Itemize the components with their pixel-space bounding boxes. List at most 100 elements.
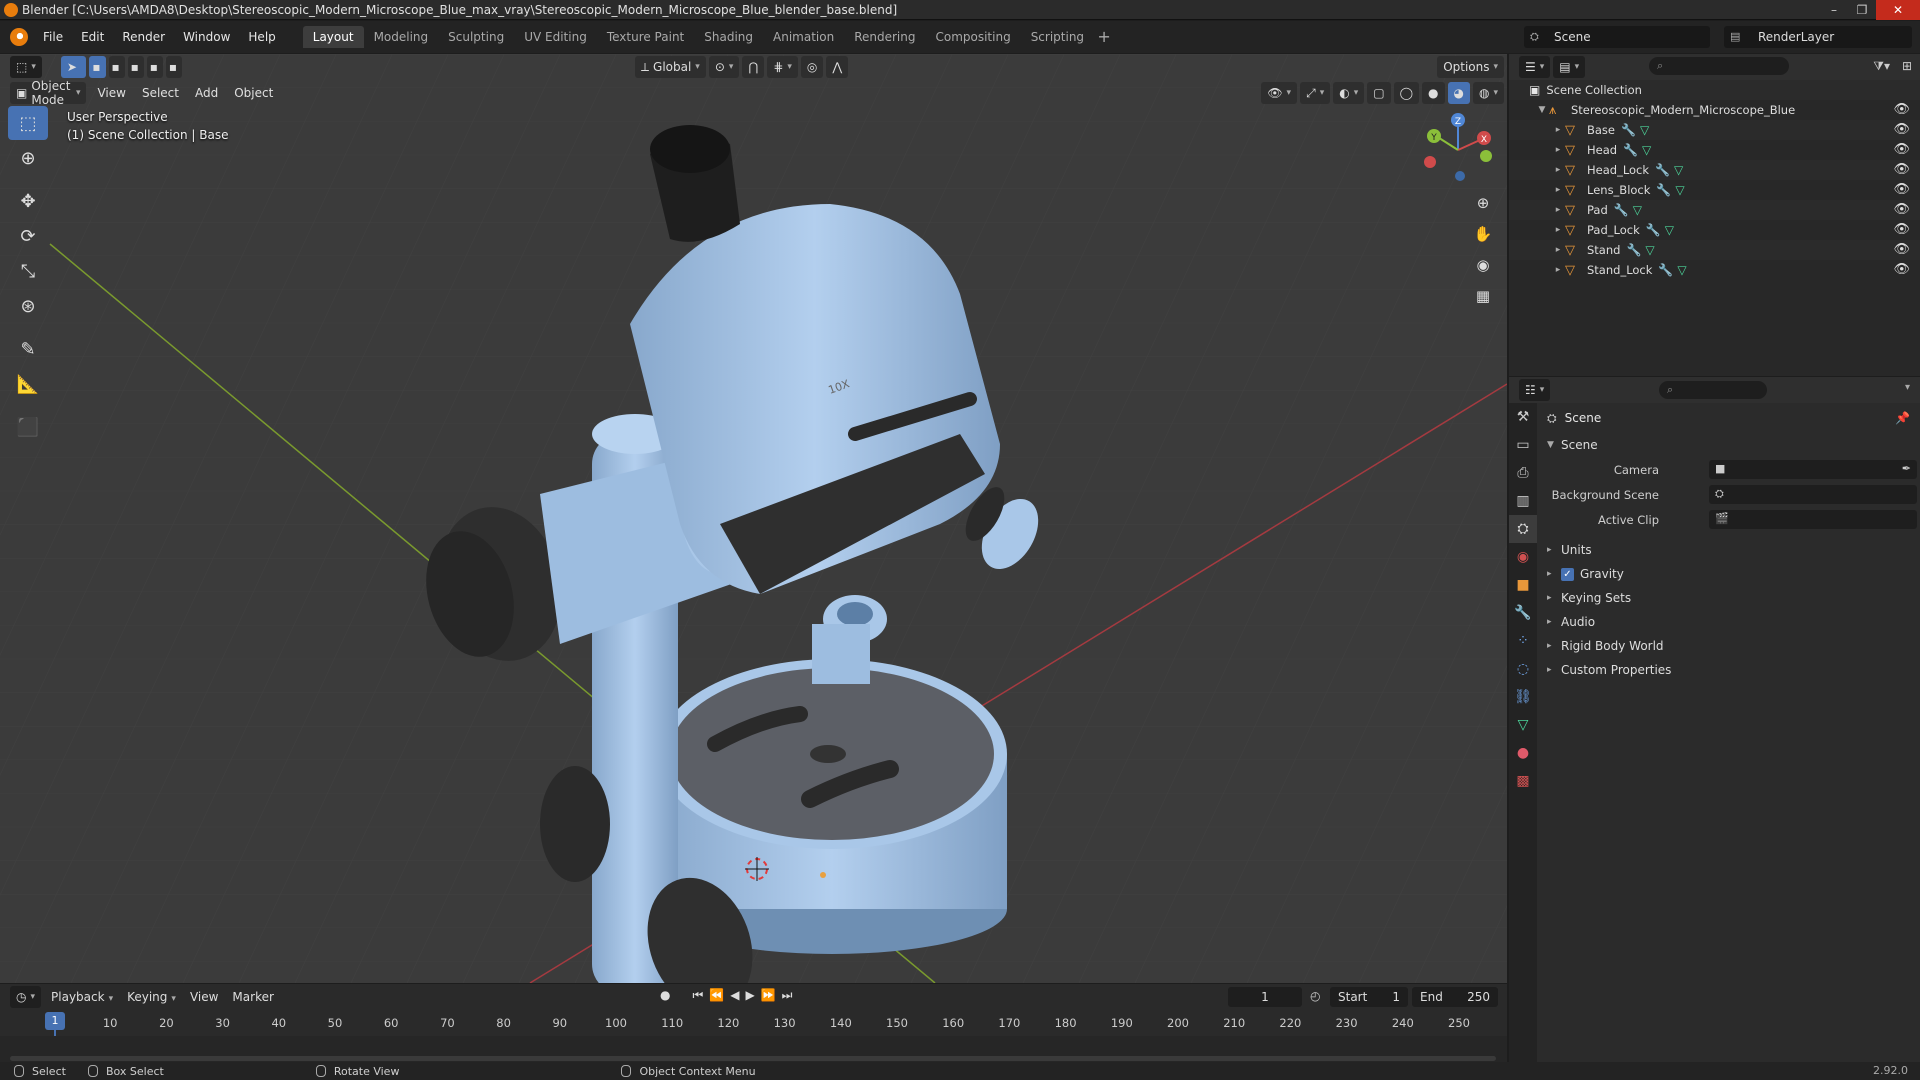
render-tab-icon[interactable]: ▭ xyxy=(1509,431,1537,459)
menu-help[interactable]: Help xyxy=(239,26,284,48)
menu-render[interactable]: Render xyxy=(113,26,174,48)
outliner-item-stand[interactable]: ▸ ▽ Stand 🔧 ▽ 👁 xyxy=(1509,240,1920,260)
select-extend-mode[interactable]: ▪ xyxy=(108,56,125,78)
mesh-data-icon[interactable]: ▽ xyxy=(1674,163,1683,177)
tool-tab-icon[interactable]: ⚒ xyxy=(1509,403,1537,431)
mesh-data-icon[interactable]: ▽ xyxy=(1665,223,1674,237)
expand-arrow-icon[interactable]: ▸ xyxy=(1551,185,1565,195)
camera-field[interactable]: ■ ✒ xyxy=(1709,460,1917,479)
timeline-scrollbar[interactable] xyxy=(10,1056,1496,1061)
visibility-eye-icon[interactable]: 👁 xyxy=(1893,242,1910,257)
visibility-eye-icon[interactable]: 👁 xyxy=(1893,222,1910,237)
viewport-menu-view[interactable]: View xyxy=(89,86,133,100)
modifier-wrench-icon[interactable]: 🔧 xyxy=(1623,143,1638,157)
outliner-item-pad-lock[interactable]: ▸ ▽ Pad_Lock 🔧 ▽ 👁 xyxy=(1509,220,1920,240)
next-keyframe-icon[interactable]: ⏩ xyxy=(761,988,776,1003)
select-box-tool[interactable]: ⬚ xyxy=(8,106,48,140)
pivot-point-dropdown[interactable]: ⊙ ▾ xyxy=(708,56,740,78)
visibility-dropdown[interactable]: 👁 ▾ xyxy=(1261,82,1298,104)
display-mode-dropdown[interactable]: ▤ ▾ xyxy=(1553,56,1586,78)
select-tool-button[interactable]: ➤ xyxy=(60,56,87,78)
camera-view-icon[interactable]: ◉ xyxy=(1470,252,1496,278)
3d-viewport[interactable]: 10X User Perspective (1) Scene Collectio… xyxy=(0,54,1507,983)
outliner-editor-type[interactable]: ☰ ▾ xyxy=(1519,56,1551,78)
panel-keying-sets[interactable]: ▸ Keying Sets xyxy=(1537,586,1920,610)
stopwatch-icon[interactable]: ◴ xyxy=(1310,989,1320,1003)
view-layer-tab-icon[interactable]: ▥ xyxy=(1509,487,1537,515)
expand-arrow-icon[interactable]: ▸ xyxy=(1551,165,1565,175)
jump-start-icon[interactable]: ⏮ xyxy=(692,988,703,1003)
shading-rendered[interactable]: ◍ ▾ xyxy=(1472,82,1504,104)
tab-scripting[interactable]: Scripting xyxy=(1021,26,1094,48)
play-reverse-icon[interactable]: ◀ xyxy=(730,988,739,1003)
mesh-data-icon[interactable]: ▽ xyxy=(1640,123,1649,137)
end-frame-field[interactable]: End 250 xyxy=(1412,987,1498,1007)
viewport-menu-object[interactable]: Object xyxy=(226,86,281,100)
filter-icon[interactable]: ⧩▾ xyxy=(1873,59,1890,74)
minimize-button[interactable]: – xyxy=(1820,0,1848,20)
timeline-menu-view[interactable]: View xyxy=(183,990,225,1004)
shading-solid[interactable]: ● xyxy=(1422,82,1445,104)
ortho-grid-icon[interactable]: ▦ xyxy=(1470,283,1496,309)
gravity-checkbox[interactable]: ✓ xyxy=(1561,567,1574,581)
mesh-data-icon[interactable]: ▽ xyxy=(1677,263,1686,277)
measure-tool[interactable]: 📐 xyxy=(8,367,48,401)
timeline-menu-playback[interactable]: Playback ▾ xyxy=(44,990,120,1004)
snap-target-dropdown[interactable]: ⋕ ▾ xyxy=(767,56,798,78)
jump-end-icon[interactable]: ⏭ xyxy=(782,988,793,1003)
scene-collection-row[interactable]: ▣ Scene Collection xyxy=(1509,80,1920,100)
expand-arrow-icon[interactable]: ▸ xyxy=(1551,125,1565,135)
outliner-item-lens-block[interactable]: ▸ ▽ Lens_Block 🔧 ▽ 👁 xyxy=(1509,180,1920,200)
panel-units[interactable]: ▸ Units xyxy=(1537,538,1920,562)
outliner-search-input[interactable]: ⌕ xyxy=(1649,57,1789,75)
expand-arrow-icon[interactable]: ▸ xyxy=(1551,265,1565,275)
play-icon[interactable]: ▶ xyxy=(745,988,754,1003)
expand-arrow-icon[interactable]: ▸ xyxy=(1551,145,1565,155)
select-new-mode[interactable]: ▪ xyxy=(89,56,106,78)
visibility-eye-icon[interactable]: 👁 xyxy=(1893,162,1910,177)
mesh-data-icon[interactable]: ▽ xyxy=(1645,243,1654,257)
outliner-item-base[interactable]: ▸ ▽ Base 🔧 ▽ 👁 xyxy=(1509,120,1920,140)
scale-tool[interactable]: ⤡ xyxy=(8,254,48,288)
add-workspace-button[interactable]: + xyxy=(1094,26,1114,48)
mesh-data-icon[interactable]: ▽ xyxy=(1675,183,1684,197)
timeline-track[interactable] xyxy=(0,1036,1507,1062)
expand-arrow-icon[interactable]: ▸ xyxy=(1551,225,1565,235)
outliner-item-head-lock[interactable]: ▸ ▽ Head_Lock 🔧 ▽ 👁 xyxy=(1509,160,1920,180)
add-cube-tool[interactable]: ⬛ xyxy=(8,410,48,444)
world-tab-icon[interactable]: ◉ xyxy=(1509,543,1537,571)
visibility-eye-icon[interactable]: 👁 xyxy=(1893,202,1910,217)
tab-animation[interactable]: Animation xyxy=(763,26,844,48)
visibility-eye-icon[interactable]: 👁 xyxy=(1893,262,1910,277)
scene-selector[interactable]: ⛭ Scene xyxy=(1524,26,1710,48)
annotate-tool[interactable]: ✎ xyxy=(8,332,48,366)
eyedropper-icon[interactable]: ✒ xyxy=(1902,462,1911,475)
texture-tab-icon[interactable]: ▩ xyxy=(1509,767,1537,795)
maximize-button[interactable]: ❐ xyxy=(1848,0,1876,20)
timeline-editor-type[interactable]: ◷ ▾ xyxy=(10,986,42,1008)
transform-tool[interactable]: ⊛ xyxy=(8,289,48,323)
select-subtract-mode[interactable]: ▪ xyxy=(127,56,144,78)
collection-row[interactable]: ▼ ⩚ Stereoscopic_Modern_Microscope_Blue … xyxy=(1509,100,1920,120)
tab-layout[interactable]: Layout xyxy=(302,26,364,48)
expand-arrow-icon[interactable]: ▼ xyxy=(1535,105,1549,115)
particles-tab-icon[interactable]: ⁘ xyxy=(1509,627,1537,655)
modifier-wrench-icon[interactable]: 🔧 xyxy=(1614,203,1629,217)
physics-tab-icon[interactable]: ◌ xyxy=(1509,655,1537,683)
properties-options-icon[interactable]: ▾ xyxy=(1905,382,1910,393)
material-tab-icon[interactable]: ● xyxy=(1509,739,1537,767)
move-tool[interactable]: ✥ xyxy=(8,184,48,218)
falloff-dropdown[interactable]: ⋀ xyxy=(826,56,849,78)
select-intersect-mode[interactable]: ▪ xyxy=(165,56,182,78)
mesh-data-icon[interactable]: ▽ xyxy=(1642,143,1651,157)
timeline-menu-marker[interactable]: Marker xyxy=(225,990,280,1004)
visibility-eye-icon[interactable]: 👁 xyxy=(1893,182,1910,197)
visibility-eye-icon[interactable]: 👁 xyxy=(1893,142,1910,157)
shading-material[interactable]: ◕ xyxy=(1447,82,1470,104)
start-frame-field[interactable]: Start 1 xyxy=(1330,987,1408,1007)
blender-menu-icon[interactable] xyxy=(10,28,28,46)
close-button[interactable]: ✕ xyxy=(1876,0,1920,20)
pin-icon[interactable]: 📌 xyxy=(1895,411,1910,425)
constraints-tab-icon[interactable]: ⛓ xyxy=(1509,683,1537,711)
outliner-item-pad[interactable]: ▸ ▽ Pad 🔧 ▽ 👁 xyxy=(1509,200,1920,220)
